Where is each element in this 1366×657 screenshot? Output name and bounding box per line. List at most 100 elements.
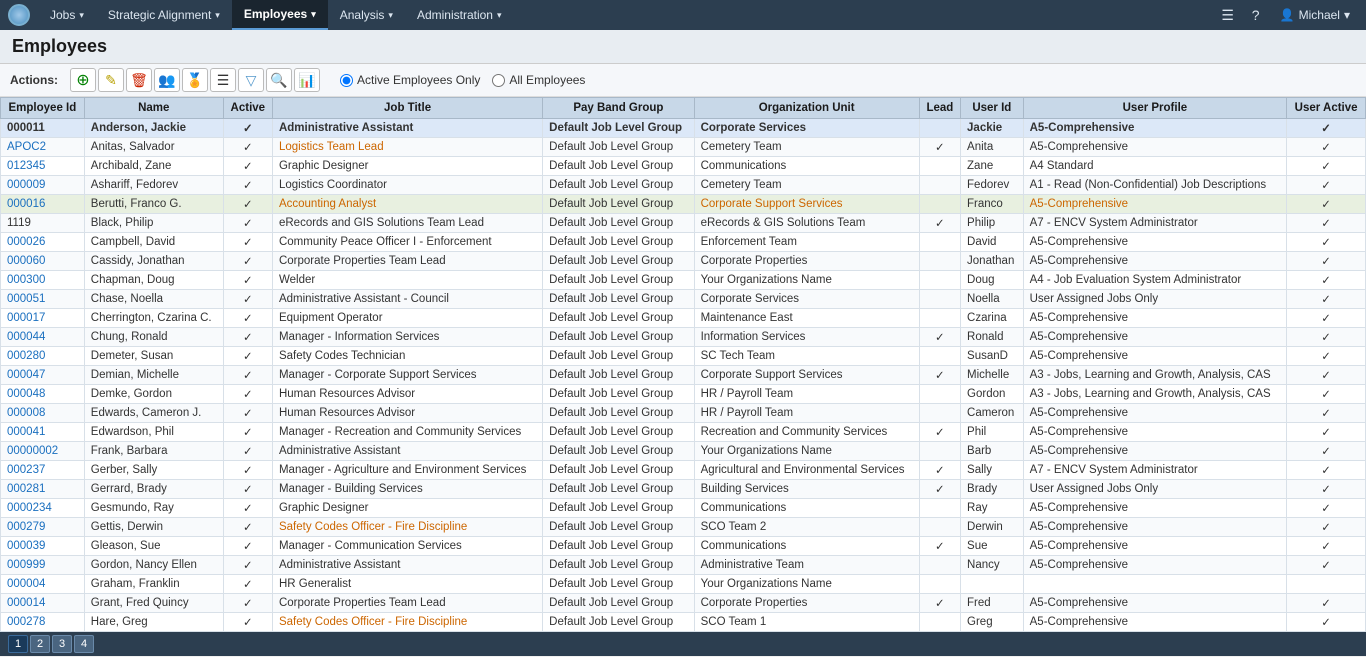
cell-pay-band: Default Job Level Group — [543, 537, 694, 556]
table-row[interactable]: 000011 Anderson, Jackie ✓ Administrative… — [1, 119, 1366, 138]
nav-strategic-alignment[interactable]: Strategic Alignment ▾ — [96, 0, 232, 30]
cell-user-id: Anita — [961, 138, 1024, 157]
cell-name: Edwards, Cameron J. — [84, 404, 223, 423]
cell-user-profile: User Assigned Jobs Only — [1023, 480, 1287, 499]
cell-name: Demeter, Susan — [84, 347, 223, 366]
cell-active: ✓ — [223, 214, 272, 233]
cell-org-unit: Communications — [694, 537, 919, 556]
table-row[interactable]: 000044 Chung, Ronald ✓ Manager - Informa… — [1, 328, 1366, 347]
cell-user-active: ✓ — [1287, 176, 1366, 195]
cell-user-id: Franco — [961, 195, 1024, 214]
table-row[interactable]: 000048 Demke, Gordon ✓ Human Resources A… — [1, 385, 1366, 404]
cell-active: ✓ — [223, 328, 272, 347]
cell-user-active: ✓ — [1287, 157, 1366, 176]
cell-lead — [919, 404, 960, 423]
cell-user-active: ✓ — [1287, 499, 1366, 518]
cell-name: Gleason, Sue — [84, 537, 223, 556]
cell-user-profile: A5-Comprehensive — [1023, 518, 1287, 537]
table-row[interactable]: 000278 Hare, Greg ✓ Safety Codes Officer… — [1, 613, 1366, 632]
employees-table-body: 000011 Anderson, Jackie ✓ Administrative… — [1, 119, 1366, 632]
cell-job-title: Administrative Assistant — [272, 119, 542, 138]
table-row[interactable]: 000004 Graham, Franklin ✓ HR Generalist … — [1, 575, 1366, 594]
table-row[interactable]: 000016 Berutti, Franco G. ✓ Accounting A… — [1, 195, 1366, 214]
table-row[interactable]: 000300 Chapman, Doug ✓ Welder Default Jo… — [1, 271, 1366, 290]
cell-user-id: Phil — [961, 423, 1024, 442]
cell-org-unit: Communications — [694, 499, 919, 518]
delete-button[interactable]: 🗑 — [126, 68, 152, 92]
cell-org-unit: Cemetery Team — [694, 138, 919, 157]
nav-jobs[interactable]: Jobs ▾ — [38, 0, 96, 30]
table-row[interactable]: APOC2 Anitas, Salvador ✓ Logistics Team … — [1, 138, 1366, 157]
cell-employee-id: 00000002 — [1, 442, 85, 461]
cell-employee-id: 000016 — [1, 195, 85, 214]
nav-employees[interactable]: Employees ▾ — [232, 0, 328, 30]
cell-name: Demke, Gordon — [84, 385, 223, 404]
cell-job-title: Human Resources Advisor — [272, 385, 542, 404]
nav-analysis[interactable]: Analysis ▾ — [328, 0, 405, 30]
all-employees-radio[interactable]: All Employees — [492, 73, 585, 87]
filter-button[interactable]: ▽ — [238, 68, 264, 92]
table-row[interactable]: 000008 Edwards, Cameron J. ✓ Human Resou… — [1, 404, 1366, 423]
cell-user-profile: A7 - ENCV System Administrator — [1023, 461, 1287, 480]
page-1-button[interactable]: 1 — [8, 635, 28, 653]
cell-active: ✓ — [223, 138, 272, 157]
table-row[interactable]: 000026 Campbell, David ✓ Community Peace… — [1, 233, 1366, 252]
cell-pay-band: Default Job Level Group — [543, 613, 694, 632]
table-row[interactable]: 000039 Gleason, Sue ✓ Manager - Communic… — [1, 537, 1366, 556]
help-icon[interactable]: ? — [1244, 3, 1268, 27]
table-row[interactable]: 000279 Gettis, Derwin ✓ Safety Codes Off… — [1, 518, 1366, 537]
cell-name: Chase, Noella — [84, 290, 223, 309]
cell-org-unit: HR / Payroll Team — [694, 385, 919, 404]
cell-user-profile — [1023, 575, 1287, 594]
cell-org-unit: Administrative Team — [694, 556, 919, 575]
table-row[interactable]: 000051 Chase, Noella ✓ Administrative As… — [1, 290, 1366, 309]
cell-user-active: ✓ — [1287, 423, 1366, 442]
report-button[interactable]: 📊 — [294, 68, 320, 92]
table-row[interactable]: 000237 Gerber, Sally ✓ Manager - Agricul… — [1, 461, 1366, 480]
certificate-button[interactable]: 🏅 — [182, 68, 208, 92]
cell-name: Gerber, Sally — [84, 461, 223, 480]
cell-user-profile: A5-Comprehensive — [1023, 613, 1287, 632]
cell-employee-id: 000048 — [1, 385, 85, 404]
table-row[interactable]: 000047 Demian, Michelle ✓ Manager - Corp… — [1, 366, 1366, 385]
user-menu[interactable]: 👤 Michael ▾ — [1272, 8, 1358, 22]
cell-job-title: Administrative Assistant — [272, 442, 542, 461]
table-row[interactable]: 00000002 Frank, Barbara ✓ Administrative… — [1, 442, 1366, 461]
table-row[interactable]: 000014 Grant, Fred Quincy ✓ Corporate Pr… — [1, 594, 1366, 613]
cell-pay-band: Default Job Level Group — [543, 480, 694, 499]
page-3-button[interactable]: 3 — [52, 635, 72, 653]
cell-employee-id: 000279 — [1, 518, 85, 537]
search-button[interactable]: 🔍 — [266, 68, 292, 92]
page-2-button[interactable]: 2 — [30, 635, 50, 653]
cell-employee-id: 000004 — [1, 575, 85, 594]
table-row[interactable]: 000060 Cassidy, Jonathan ✓ Corporate Pro… — [1, 252, 1366, 271]
table-row[interactable]: 012345 Archibald, Zane ✓ Graphic Designe… — [1, 157, 1366, 176]
nav-administration[interactable]: Administration ▾ — [405, 0, 514, 30]
table-row[interactable]: 000009 Ashariff, Fedorev ✓ Logistics Coo… — [1, 176, 1366, 195]
active-employees-radio[interactable]: Active Employees Only — [340, 73, 480, 87]
table-row[interactable]: 000281 Gerrard, Brady ✓ Manager - Buildi… — [1, 480, 1366, 499]
page-4-button[interactable]: 4 — [74, 635, 94, 653]
cell-user-profile: A3 - Jobs, Learning and Growth, Analysis… — [1023, 366, 1287, 385]
settings-icon[interactable]: ☰ — [1216, 3, 1240, 27]
cell-employee-id: 000026 — [1, 233, 85, 252]
table-row[interactable]: 000017 Cherrington, Czarina C. ✓ Equipme… — [1, 309, 1366, 328]
cell-lead: ✓ — [919, 328, 960, 347]
list-button[interactable]: ☰ — [210, 68, 236, 92]
cell-lead — [919, 613, 960, 632]
table-row[interactable]: 000041 Edwardson, Phil ✓ Manager - Recre… — [1, 423, 1366, 442]
cell-org-unit: Corporate Services — [694, 290, 919, 309]
cell-employee-id: 012345 — [1, 157, 85, 176]
cell-pay-band: Default Job Level Group — [543, 252, 694, 271]
cell-pay-band: Default Job Level Group — [543, 157, 694, 176]
edit-button[interactable]: ✎ — [98, 68, 124, 92]
add-button[interactable]: ⊕ — [70, 68, 96, 92]
table-row[interactable]: 1119 Black, Philip ✓ eRecords and GIS So… — [1, 214, 1366, 233]
table-row[interactable]: 0000234 Gesmundo, Ray ✓ Graphic Designer… — [1, 499, 1366, 518]
cell-user-active — [1287, 575, 1366, 594]
cell-job-title: eRecords and GIS Solutions Team Lead — [272, 214, 542, 233]
people-button[interactable]: 👥 — [154, 68, 180, 92]
cell-job-title: Safety Codes Officer - Fire Discipline — [272, 518, 542, 537]
table-row[interactable]: 000999 Gordon, Nancy Ellen ✓ Administrat… — [1, 556, 1366, 575]
table-row[interactable]: 000280 Demeter, Susan ✓ Safety Codes Tec… — [1, 347, 1366, 366]
